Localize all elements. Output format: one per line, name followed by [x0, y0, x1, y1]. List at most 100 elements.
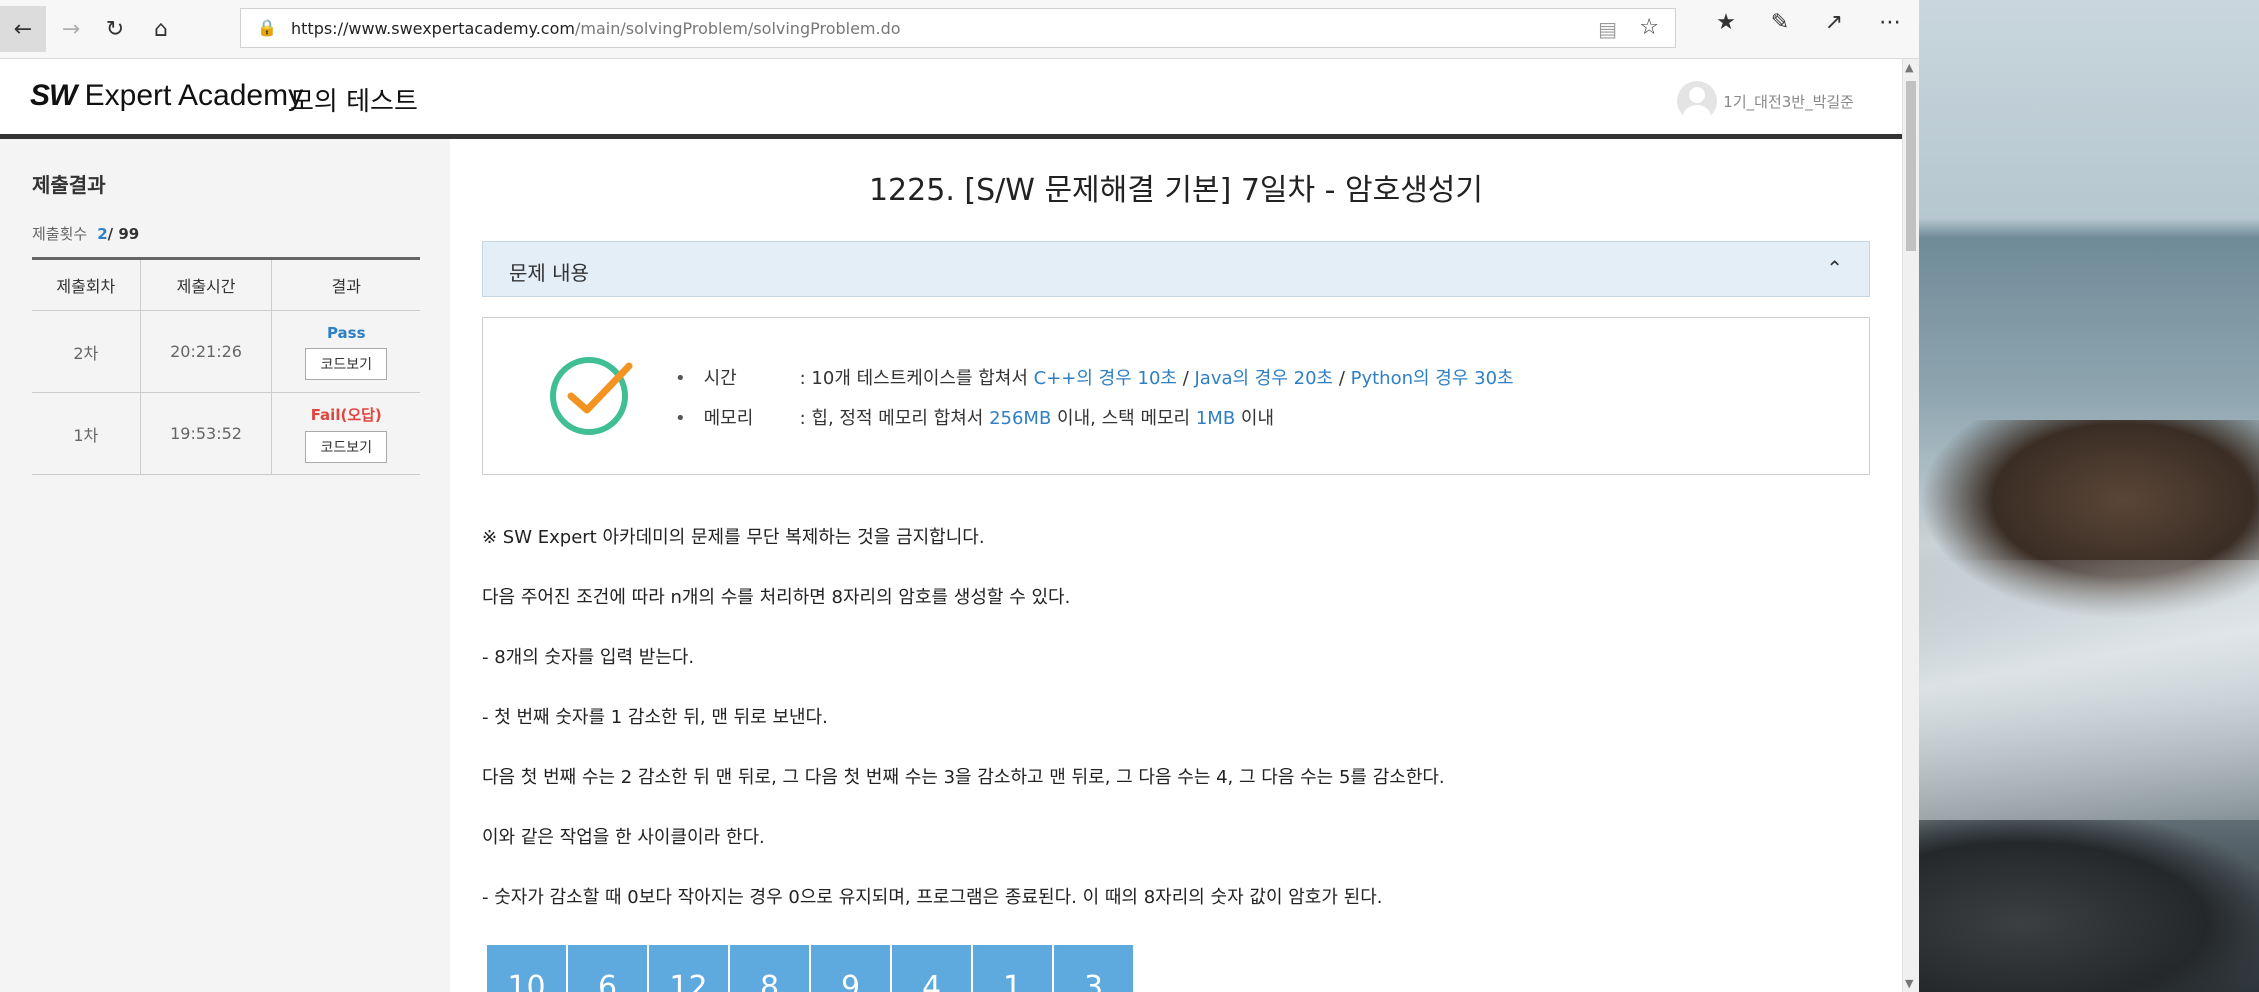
round-cell: 2차: [32, 310, 141, 393]
memory-heap: 256MB: [989, 408, 1052, 429]
number-cell: 8: [730, 945, 809, 992]
address-bar[interactable]: 🔒 https://www.swexpertacademy.com/main/s…: [240, 8, 1676, 48]
result-status: Fail(오답): [310, 406, 382, 424]
time-java: Java의 경우 20초: [1194, 368, 1334, 389]
arrow-left-icon: ←: [13, 16, 33, 42]
result-cell: Pass 코드보기: [271, 310, 420, 393]
favorites-list-icon: ★: [1716, 10, 1736, 35]
problem-paragraph: ※ SW Expert 아카데미의 문제를 무단 복제하는 것을 금지합니다.: [482, 527, 985, 548]
forward-button[interactable]: →: [48, 6, 94, 52]
separator: /: [1333, 368, 1351, 389]
share-icon: ↗: [1824, 10, 1844, 35]
submission-count: 제출횟수 2/ 99: [32, 223, 139, 244]
problem-title: 1225. [S/W 문제해결 기본] 7일차 - 암호생성기: [868, 173, 1484, 208]
problem-content: 1225. [S/W 문제해결 기본] 7일차 - 암호생성기 문제 내용 ⌃ …: [450, 139, 1902, 992]
pen-icon: ✎: [1770, 10, 1790, 35]
count-current: 2: [97, 225, 108, 243]
result-cell: Fail(오답) 코드보기: [271, 392, 420, 475]
count-total: / 99: [107, 225, 140, 243]
table-row: 1차 19:53:52 Fail(오답) 코드보기: [32, 392, 420, 475]
view-code-button[interactable]: 코드보기: [305, 347, 387, 380]
separator: /: [1176, 368, 1195, 389]
section-label: 문제 내용: [509, 261, 589, 285]
problem-paragraph: 다음 주어진 조건에 따라 n개의 수를 처리하면 8자리의 암호를 생성할 수…: [482, 587, 1071, 608]
address-url[interactable]: https://www.swexpertacademy.com/main/sol…: [291, 19, 901, 38]
scroll-down-icon[interactable]: ▼: [1905, 977, 1913, 990]
time-cpp: C++의 경우 10초: [1033, 368, 1177, 389]
number-cell: 3: [1054, 945, 1133, 992]
result-status: Pass: [326, 323, 366, 342]
browser-toolbar: ← → ↻ ⌂ 🔒 https://www.swexpertacademy.co…: [0, 0, 1919, 59]
time-python: Python의 경우 30초: [1350, 368, 1514, 389]
problem-paragraph: - 8개의 숫자를 입력 받는다.: [482, 647, 695, 668]
memory-stack: 1MB: [1195, 408, 1236, 429]
site-header: SW Expert Academy 모의 테스트 1기_대전3반_박길준: [0, 59, 1902, 139]
sidebar-title: 제출결과: [32, 173, 106, 197]
number-cell: 10: [487, 945, 566, 992]
reading-view-icon[interactable]: ▤: [1598, 17, 1617, 41]
user-profile[interactable]: 1기_대전3반_박길준: [1677, 81, 1854, 121]
chevron-up-icon[interactable]: ⌃: [1826, 256, 1843, 280]
results-table: 제출회차 제출시간 결과 2차 20:21:26 Pass 코드보기 1차 19…: [32, 257, 420, 475]
favorite-star-icon[interactable]: ☆: [1639, 15, 1659, 40]
home-icon: ⌂: [154, 16, 168, 42]
wallpaper-water: [1919, 560, 2259, 820]
scroll-up-icon[interactable]: ▲: [1905, 61, 1913, 74]
refresh-button[interactable]: ↻: [92, 6, 138, 52]
browser-window: ← → ↻ ⌂ 🔒 https://www.swexpertacademy.co…: [0, 0, 1919, 992]
more-button[interactable]: ⋯: [1872, 10, 1908, 35]
web-page: SW Expert Academy 모의 테스트 1기_대전3반_박길준 제출결…: [0, 59, 1902, 992]
favorites-hub-button[interactable]: ★: [1708, 10, 1744, 35]
time-cell: 20:21:26: [139, 310, 272, 393]
limits-box: • 시간 : 10개 테스트케이스를 합쳐서 C++의 경우 10초 / Java의…: [482, 317, 1870, 475]
column-header: 제출회차: [32, 257, 141, 311]
time-prefix: : 10개 테스트케이스를 합쳐서: [799, 368, 1034, 389]
home-button[interactable]: ⌂: [138, 6, 184, 52]
problem-paragraph: - 첫 번째 숫자를 1 감소한 뒤, 맨 뒤로 보낸다.: [482, 707, 828, 728]
memory-label: 메모리: [703, 408, 754, 429]
url-path: /main/solvingProblem/solvingProblem.do: [574, 19, 901, 38]
more-dots-icon: ⋯: [1879, 10, 1901, 35]
number-cell: 12: [649, 945, 728, 992]
user-name: 1기_대전3반_박길준: [1723, 92, 1854, 111]
number-cell: 1: [973, 945, 1052, 992]
web-note-button[interactable]: ✎: [1762, 10, 1798, 35]
problem-section-header[interactable]: 문제 내용 ⌃: [482, 241, 1870, 297]
page-heading: 모의 테스트: [290, 87, 418, 117]
number-sequence: 10 6 12 8 9 4 1 3: [487, 945, 1135, 992]
bullet: •: [675, 408, 686, 429]
arrow-right-icon: →: [61, 16, 81, 42]
count-label: 제출횟수: [32, 225, 88, 243]
time-limit-row: • 시간 : 10개 테스트케이스를 합쳐서 C++의 경우 10초 / Java의…: [675, 364, 1514, 390]
number-cell: 4: [892, 945, 971, 992]
problem-paragraph: - 숫자가 감소할 때 0보다 작아지는 경우 0으로 유지되며, 프로그램은 …: [482, 887, 1383, 908]
memory-mid: 이내, 스택 메모리: [1051, 408, 1196, 429]
column-header: 결과: [271, 257, 420, 311]
problem-paragraph: 이와 같은 작업을 한 사이클이라 한다.: [482, 827, 765, 848]
avatar: [1677, 81, 1718, 121]
number-cell: 9: [811, 945, 890, 992]
memory-limit-row: • 메모리 : 힙, 정적 메모리 합쳐서 256MB 이내, 스택 메모리 1MB…: [675, 404, 1274, 430]
desktop-wallpaper: [1919, 0, 2259, 992]
check-circle-icon: [550, 357, 633, 435]
column-header: 제출시간: [139, 257, 272, 311]
view-code-button[interactable]: 코드보기: [305, 431, 387, 463]
memory-prefix: : 힙, 정적 메모리 합쳐서: [799, 408, 990, 429]
vertical-scrollbar[interactable]: ▲ ▼: [1902, 59, 1919, 992]
bullet: •: [675, 368, 686, 389]
refresh-icon: ↻: [105, 16, 125, 42]
scrollbar-thumb[interactable]: [1906, 81, 1916, 251]
problem-paragraph: 다음 첫 번째 수는 2 감소한 뒤 맨 뒤로, 그 다음 첫 번째 수는 3을…: [482, 767, 1445, 788]
logo-bold: SW: [30, 79, 77, 112]
number-cell: 6: [568, 945, 647, 992]
wallpaper-rock: [1919, 820, 2259, 992]
back-button[interactable]: ←: [0, 6, 46, 52]
submission-sidebar: 제출결과 제출횟수 2/ 99 제출회차 제출시간 결과 2차 20:21:26: [0, 139, 450, 992]
share-button[interactable]: ↗: [1816, 10, 1852, 35]
logo-text: Expert Academy: [76, 79, 304, 112]
time-label: 시간: [703, 368, 737, 389]
time-cell: 19:53:52: [139, 392, 272, 475]
lock-icon: 🔒: [257, 18, 277, 37]
memory-suffix: 이내: [1235, 408, 1275, 429]
site-logo[interactable]: SW Expert Academy: [30, 79, 303, 113]
